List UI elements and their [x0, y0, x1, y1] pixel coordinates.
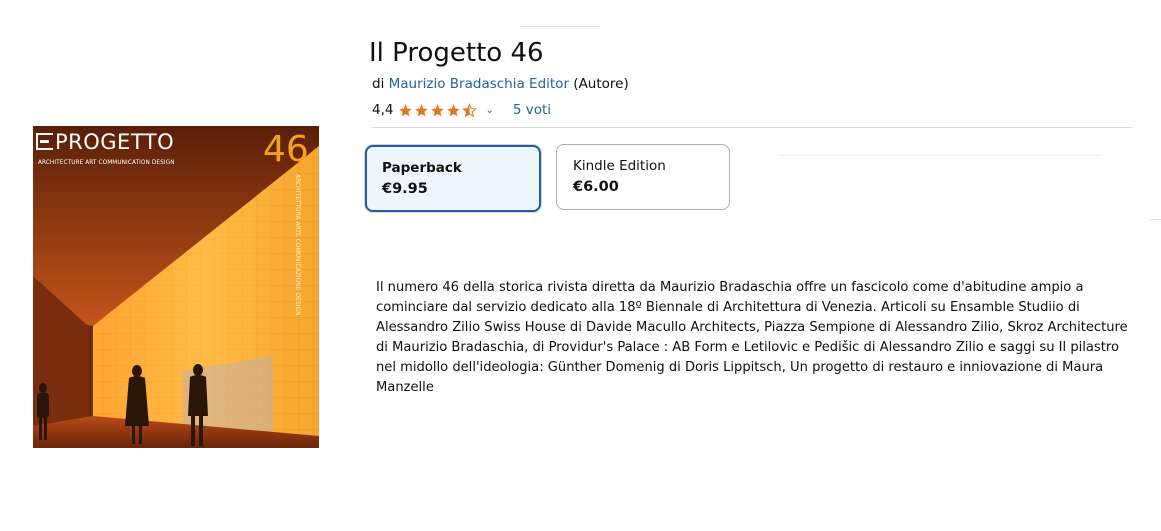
rating-value: 4,4 — [372, 102, 394, 118]
book-cover-image[interactable]: PROGETTO ARCHITECTURE ART COMMUNICATION … — [33, 126, 319, 448]
rating-row: 4,4 ⌄ 5 voti — [372, 101, 551, 119]
format-label: Kindle Edition — [573, 158, 666, 174]
format-price: €9.95 — [382, 181, 428, 197]
cover-photo — [33, 126, 319, 448]
star-icon — [431, 103, 445, 116]
format-swatch-kindle[interactable]: Kindle Edition €6.00 — [556, 144, 730, 210]
scan-artifact — [520, 26, 600, 27]
star-icon — [415, 103, 429, 116]
star-rating[interactable] — [398, 102, 478, 118]
cover-side-text: ARCHITETTURA ARTE COMUNICAZIONE DESIGN — [294, 174, 302, 316]
cover-issue-number: 46 — [263, 129, 309, 170]
half-star-icon — [462, 102, 478, 117]
product-title: Il Progetto 46 — [369, 38, 544, 68]
product-description: Il numero 46 della storica rivista diret… — [376, 280, 1128, 395]
divider — [372, 127, 1132, 128]
author-role: (Autore) — [573, 76, 629, 92]
cover-logo: PROGETTO — [36, 132, 174, 153]
star-icon — [447, 103, 461, 116]
star-icon — [399, 103, 413, 116]
format-price: €6.00 — [573, 179, 619, 195]
scan-artifact — [1150, 219, 1161, 220]
byline: di Maurizio Bradaschia Editor (Autore) — [372, 76, 629, 92]
chevron-down-icon[interactable]: ⌄ — [485, 105, 493, 116]
scan-artifact — [780, 155, 1100, 156]
byline-prefix: di — [372, 76, 385, 92]
ratings-count-link[interactable]: 5 voti — [513, 102, 551, 118]
author-link[interactable]: Maurizio Bradaschia Editor — [389, 76, 569, 92]
progetto-logo-icon — [36, 133, 53, 150]
cover-logo-text: PROGETTO — [55, 130, 175, 154]
format-label: Paperback — [382, 160, 462, 176]
format-swatch-paperback[interactable]: Paperback €9.95 — [365, 145, 541, 212]
cover-tagline: ARCHITECTURE ART COMMUNICATION DESIGN — [38, 158, 175, 166]
